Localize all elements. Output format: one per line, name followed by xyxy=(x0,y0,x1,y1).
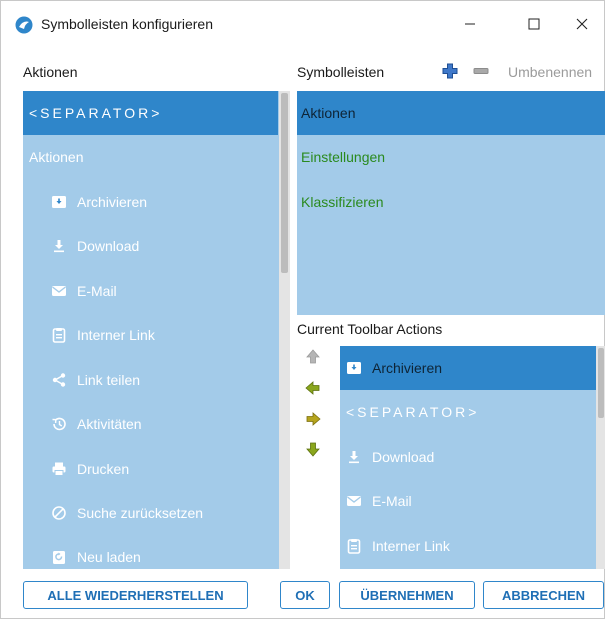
current-item-email[interactable]: E-Mail xyxy=(340,479,596,523)
toolbar-item-label: Aktionen xyxy=(301,105,356,121)
reload-icon xyxy=(51,549,67,565)
minimize-button[interactable] xyxy=(447,1,493,47)
title-bar: Symbolleisten konfigurieren xyxy=(1,1,604,49)
scrollbar-thumb[interactable] xyxy=(281,93,288,273)
ok-button[interactable]: OK xyxy=(280,581,330,609)
scrollbar-thumb[interactable] xyxy=(598,348,604,418)
mail-icon xyxy=(51,283,67,299)
current-item-internal-link[interactable]: Interner Link xyxy=(340,524,596,568)
archive-icon xyxy=(51,194,67,210)
current-actions-scrollbar[interactable] xyxy=(596,346,605,569)
current-item-separator[interactable]: <SEPARATOR> xyxy=(340,390,596,434)
download-icon xyxy=(346,449,362,465)
minimize-icon xyxy=(465,23,475,25)
list-item-share-link[interactable]: Link teilen xyxy=(23,358,278,402)
toolbar-item-actions[interactable]: Aktionen xyxy=(297,91,605,135)
list-item-label: Drucken xyxy=(77,461,130,477)
minus-icon[interactable] xyxy=(473,63,489,79)
list-item-label: Download xyxy=(77,238,140,254)
list-item-label: Link teilen xyxy=(77,372,141,388)
app-logo-icon xyxy=(15,16,33,34)
toolbars-list[interactable]: Aktionen Einstellungen Klassifizieren xyxy=(297,91,605,315)
list-item-label: E-Mail xyxy=(77,283,117,299)
actions-header: Aktionen xyxy=(23,64,78,80)
clipboard-icon xyxy=(51,327,67,343)
toolbars-header: Symbolleisten xyxy=(297,64,385,80)
list-item-archive[interactable]: Archivieren xyxy=(23,180,278,224)
list-item-separator[interactable]: <SEPARATOR> xyxy=(23,91,278,135)
list-item-print[interactable]: Drucken xyxy=(23,447,278,491)
toolbar-item-settings[interactable]: Einstellungen xyxy=(297,135,605,179)
current-item-label: <SEPARATOR> xyxy=(346,404,480,420)
download-icon xyxy=(51,238,67,254)
current-item-label: E-Mail xyxy=(372,493,412,509)
current-item-label: Archivieren xyxy=(372,360,443,376)
move-right-arrow-icon[interactable] xyxy=(305,411,321,427)
list-item-label: Suche zurücksetzen xyxy=(77,505,204,521)
current-item-label: Download xyxy=(372,449,435,465)
move-down-arrow-icon[interactable] xyxy=(305,441,321,457)
move-up-arrow-icon[interactable] xyxy=(305,349,321,365)
list-item-label: <SEPARATOR> xyxy=(29,105,163,121)
plus-icon[interactable] xyxy=(442,63,458,79)
list-item-label: Neu laden xyxy=(77,549,141,565)
history-icon xyxy=(51,416,67,432)
print-icon xyxy=(51,461,67,477)
current-item-archive[interactable]: Archivieren xyxy=(340,346,596,390)
restore-all-button[interactable]: ALLE WIEDERHERSTELLEN xyxy=(23,581,248,609)
clipboard-icon xyxy=(346,538,362,554)
list-item-reset-search[interactable]: Suche zurücksetzen xyxy=(23,491,278,535)
maximize-icon xyxy=(528,18,540,30)
list-item-label: Aktivitäten xyxy=(77,416,142,432)
maximize-button[interactable] xyxy=(511,1,557,47)
current-actions-list[interactable]: Archivieren <SEPARATOR> Download E-Mail … xyxy=(340,346,605,569)
list-item-download[interactable]: Download xyxy=(23,224,278,268)
actions-list-scrollbar[interactable] xyxy=(279,91,290,569)
list-item-label: Archivieren xyxy=(77,194,148,210)
share-icon xyxy=(51,372,67,388)
mail-icon xyxy=(346,493,362,509)
apply-button[interactable]: ÜBERNEHMEN xyxy=(339,581,475,609)
close-button[interactable] xyxy=(559,1,605,47)
list-item-reload[interactable]: Neu laden xyxy=(23,535,278,569)
cancel-button[interactable]: ABBRECHEN xyxy=(483,581,604,609)
list-item-label: Interner Link xyxy=(77,327,155,343)
block-icon xyxy=(51,505,67,521)
archive-icon xyxy=(346,360,362,376)
rename-button[interactable]: Umbenennen xyxy=(508,64,592,80)
move-left-arrow-icon[interactable] xyxy=(305,380,321,396)
current-item-label: Interner Link xyxy=(372,538,450,554)
list-item-category[interactable]: Aktionen xyxy=(23,135,278,179)
current-actions-header: Current Toolbar Actions xyxy=(297,321,443,337)
toolbar-item-label: Einstellungen xyxy=(301,149,386,165)
actions-list[interactable]: <SEPARATOR> Aktionen Archivieren Downloa… xyxy=(23,91,290,569)
current-item-download[interactable]: Download xyxy=(340,435,596,479)
dialog-window: Symbolleisten konfigurieren Aktionen <SE… xyxy=(0,0,605,619)
list-item-internal-link[interactable]: Interner Link xyxy=(23,313,278,357)
close-icon xyxy=(576,18,588,30)
list-item-activities[interactable]: Aktivitäten xyxy=(23,402,278,446)
list-item-email[interactable]: E-Mail xyxy=(23,269,278,313)
toolbar-item-label: Klassifizieren xyxy=(301,194,384,210)
window-title: Symbolleisten konfigurieren xyxy=(41,16,213,32)
list-item-label: Aktionen xyxy=(29,149,84,165)
toolbar-item-classify[interactable]: Klassifizieren xyxy=(297,180,605,224)
